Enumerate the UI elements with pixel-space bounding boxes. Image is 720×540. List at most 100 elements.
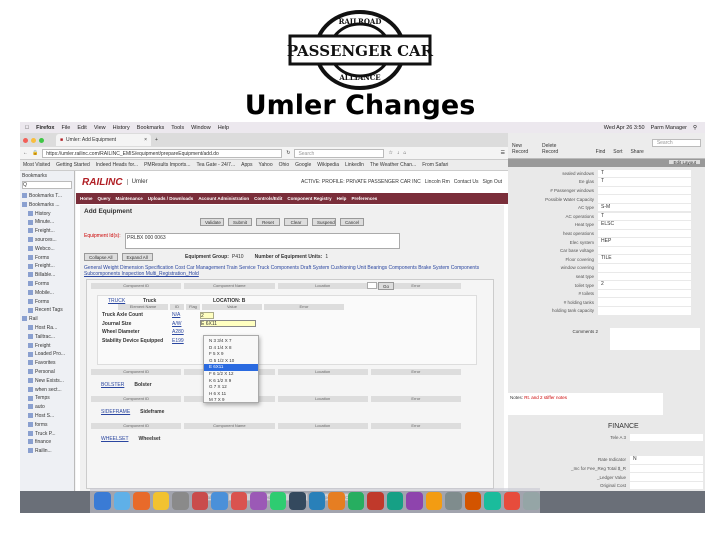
sidebar-item[interactable]: Host Ra... <box>22 324 72 333</box>
nav-item[interactable]: Component Registry <box>287 196 331 201</box>
contact-us-link[interactable]: Contact Us <box>454 179 479 185</box>
nav-item[interactable]: Query <box>98 196 111 201</box>
submit-button[interactable]: Submit <box>228 218 252 226</box>
dock-app-icon[interactable] <box>172 491 189 510</box>
nav-item[interactable]: Controls/Edit <box>254 196 282 201</box>
dock-app-icon[interactable] <box>445 491 462 510</box>
fm-field-input[interactable] <box>598 298 691 306</box>
element-id[interactable]: A280 <box>172 329 200 335</box>
apple-icon[interactable]:  <box>25 125 29 131</box>
menu-tools[interactable]: Tools <box>171 125 184 131</box>
close-window-button[interactable] <box>23 137 28 143</box>
dock-app-icon[interactable] <box>464 491 482 510</box>
bookmark-star-icon[interactable]: ☆ <box>388 150 392 156</box>
sidebar-item[interactable]: Loaded Pro... <box>22 350 72 359</box>
bookmark-item[interactable]: The Weather Chan... <box>370 162 416 168</box>
comments-field[interactable] <box>610 328 700 350</box>
nav-item[interactable]: Account Administration <box>198 196 249 201</box>
dock-app-icon[interactable] <box>250 491 267 510</box>
element-id[interactable]: A/W <box>172 321 200 327</box>
fm-field-input[interactable] <box>598 195 691 203</box>
fm-field-input[interactable]: T <box>598 178 691 186</box>
dock-app-icon[interactable] <box>425 491 443 510</box>
element-id[interactable]: N/A <box>172 312 200 318</box>
fm-field-input[interactable] <box>598 186 691 195</box>
close-tab-icon[interactable]: × <box>144 137 147 143</box>
fm-field-input[interactable]: T <box>598 169 691 178</box>
dock-app-icon[interactable] <box>406 491 423 510</box>
url-input[interactable]: https://umler.railinc.com/RAILINC_EMIS/e… <box>42 148 283 158</box>
bookmark-item[interactable]: Ohio <box>279 162 290 168</box>
menu-help[interactable]: Help <box>218 125 229 131</box>
dock-app-icon[interactable] <box>367 491 384 510</box>
bookmark-item[interactable]: Indeed Heads for... <box>96 162 138 168</box>
collapse-all-button[interactable]: Collapse All <box>84 253 118 261</box>
dock-app-icon[interactable] <box>269 491 287 510</box>
sidebar-item[interactable]: finance <box>22 438 72 447</box>
home-icon[interactable]: ⌂ <box>403 150 406 156</box>
menu-view[interactable]: View <box>94 125 106 131</box>
share-button[interactable]: Share <box>630 149 643 155</box>
dropdown-option[interactable]: E 6X11 <box>204 364 258 371</box>
sidebar-item[interactable]: Forms <box>22 280 72 289</box>
fm-field-input[interactable]: T <box>598 212 691 221</box>
fm-field-input[interactable] <box>598 246 691 255</box>
sidebar-item[interactable]: Personal <box>22 368 72 377</box>
axle-count-input[interactable]: 2 <box>200 311 214 319</box>
dock-app-icon[interactable] <box>230 491 248 510</box>
dropdown-option[interactable]: N 3 3/4 X 7 <box>204 338 258 345</box>
sidebar-item[interactable]: Bookmarks T... <box>22 192 72 201</box>
dock-app-icon[interactable] <box>503 491 521 510</box>
new-tab-button[interactable]: + <box>155 137 158 143</box>
find-button[interactable]: Find <box>596 149 606 155</box>
fm-field-input[interactable]: ELSC <box>598 221 691 229</box>
section-link[interactable]: BOLSTER <box>101 382 124 388</box>
dropdown-option[interactable]: G 7 X 12 <box>204 384 258 391</box>
edit-layout-button[interactable]: Edit Layout <box>668 159 701 165</box>
sidebar-item[interactable]: New Exists... <box>22 377 72 386</box>
search-input[interactable]: Search <box>294 148 385 158</box>
nav-item[interactable]: Help <box>337 196 347 201</box>
sidebar-item[interactable]: Rail <box>22 315 72 324</box>
sidebar-item[interactable]: Recent Tags <box>22 306 72 315</box>
user-menu[interactable]: Parm Manager <box>651 125 687 131</box>
back-icon[interactable]: ← <box>23 150 28 156</box>
clock[interactable]: Wed Apr 26 3:50 <box>604 125 645 131</box>
fm-field-input[interactable]: TILE <box>598 255 691 263</box>
equipment-id-textarea[interactable]: PRLBX 000 0063 <box>125 233 400 249</box>
dropdown-option[interactable]: F 5 X 9 <box>204 351 258 358</box>
expand-all-button[interactable]: Expand All <box>121 253 153 261</box>
menu-window[interactable]: Window <box>191 125 211 131</box>
cancel-button[interactable]: Cancel <box>340 218 364 226</box>
bookmark-item[interactable]: Most Visited <box>23 162 50 168</box>
dock-app-icon[interactable] <box>289 491 306 510</box>
sidebar-item[interactable]: Minute... <box>22 218 72 227</box>
railinc-logo[interactable]: RAILINC <box>82 177 123 188</box>
dock-app-icon[interactable] <box>484 491 501 510</box>
sidebar-item[interactable]: Tailtrac... <box>22 333 72 342</box>
sidebar-item[interactable]: Temps <box>22 394 72 403</box>
fm-field-input[interactable]: 2 <box>598 281 691 289</box>
section-link[interactable]: SIDEFRAME <box>101 409 130 415</box>
dock-app-icon[interactable] <box>152 491 170 510</box>
bookmark-item[interactable]: Tea Gate - 24/7... <box>196 162 235 168</box>
component-select[interactable] <box>367 282 377 289</box>
menu-icon[interactable]: ☰ <box>501 150 505 156</box>
bookmark-item[interactable]: LinkedIn <box>345 162 364 168</box>
dropdown-option[interactable]: K 6 1/2 X 9 <box>204 378 258 385</box>
sidebar-item[interactable]: when sect... <box>22 386 72 395</box>
sidebar-item[interactable]: Freight <box>22 342 72 351</box>
sidebar-item[interactable]: Bookmarks ... <box>22 201 72 210</box>
delete-record-button[interactable]: Delete Record <box>542 143 568 155</box>
sidebar-item[interactable]: Host S... <box>22 412 72 421</box>
bookmark-item[interactable]: From Safari <box>422 162 448 168</box>
fm-field-input[interactable] <box>598 289 691 298</box>
sidebar-item[interactable]: Freight... <box>22 262 72 271</box>
fm-field-input[interactable] <box>630 464 703 473</box>
nav-item[interactable]: Home <box>80 196 93 201</box>
sidebar-item[interactable]: Truck P... <box>22 430 72 439</box>
fm-field-input[interactable] <box>630 473 703 481</box>
section-link[interactable]: WHEELSET <box>101 436 129 442</box>
dock-app-icon[interactable] <box>191 491 209 510</box>
nav-item[interactable]: Preferences <box>351 196 377 201</box>
